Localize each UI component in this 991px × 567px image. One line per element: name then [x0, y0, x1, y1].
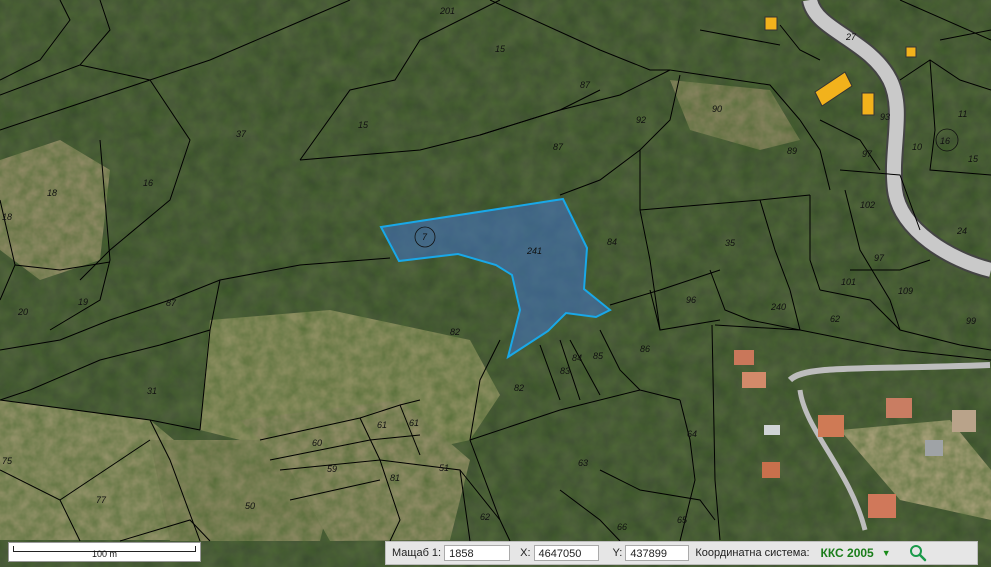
building — [905, 46, 917, 58]
parcel-label: 16 — [143, 178, 153, 188]
map-view[interactable]: 201 15 87 37 15 16 18 18 19 20 87 31 82 … — [0, 0, 991, 567]
parcel-label: 10 — [912, 142, 922, 152]
parcel-label: 50 — [245, 501, 255, 511]
parcel-label: 90 — [712, 104, 722, 114]
parcel-label: 51 — [439, 463, 449, 473]
parcel-label: 37 — [236, 129, 247, 139]
parcel-label: 96 — [686, 295, 696, 305]
triangle-down-icon[interactable]: ▼ — [874, 548, 891, 558]
parcel-label: 27 — [845, 32, 857, 42]
parcel-label: 18 — [2, 212, 12, 222]
x-coordinate-value[interactable]: 4647050 — [533, 545, 599, 561]
building — [861, 92, 875, 116]
building — [764, 425, 780, 435]
building — [925, 440, 943, 456]
coordinate-system-label: Координатна система: — [695, 547, 810, 559]
parcel-label: 61 — [409, 418, 419, 428]
parcel-label: 201 — [439, 6, 455, 16]
parcel-label: 87 — [553, 142, 564, 152]
building — [734, 350, 754, 365]
parcel-label: 59 — [327, 464, 337, 474]
parcel-label: 15 — [968, 154, 979, 164]
parcel-label: 15 — [495, 44, 506, 54]
x-coordinate-label: X: — [520, 547, 531, 559]
parcel-label: 66 — [617, 522, 627, 532]
parcel-label: 75 — [2, 456, 13, 466]
parcel-label: 64 — [687, 429, 697, 439]
parcel-label: 102 — [860, 200, 875, 210]
parcel-label: 97 — [862, 149, 873, 159]
parcel-label: 84 — [607, 237, 617, 247]
parcel-label: 82 — [514, 383, 524, 393]
parcel-label: 11 — [958, 109, 967, 119]
parcel-label: 93 — [880, 112, 890, 122]
parcel-label: 62 — [830, 314, 840, 324]
parcel-label: 241 — [526, 246, 542, 256]
y-coordinate-value[interactable]: 437899 — [625, 545, 690, 561]
parcel-label: 60 — [312, 438, 322, 448]
building — [764, 16, 778, 31]
scale-label: Мащаб 1: — [392, 547, 442, 559]
building — [818, 415, 844, 437]
parcel-label: 63 — [578, 458, 588, 468]
parcel-label: 77 — [96, 495, 107, 505]
scale-bar: 100 m — [8, 542, 201, 562]
magnifier-icon[interactable] — [909, 544, 927, 562]
parcel-label: 99 — [966, 316, 976, 326]
parcel-label: 87 — [580, 80, 591, 90]
parcel-label: 109 — [898, 286, 913, 296]
parcel-label: 35 — [725, 238, 736, 248]
scale-value[interactable]: 1858 — [444, 545, 511, 561]
parcel-label: 15 — [358, 120, 369, 130]
parcel-label: 18 — [47, 188, 57, 198]
coordinate-system-value[interactable]: ККС 2005 — [813, 546, 874, 560]
parcel-label: 89 — [787, 146, 797, 156]
parcel-label: 86 — [640, 344, 650, 354]
building — [886, 398, 912, 418]
parcel-label: 83 — [560, 366, 570, 376]
building — [762, 462, 780, 478]
parcel-label: 31 — [147, 386, 157, 396]
building — [952, 410, 976, 432]
parcel-label: 87 — [166, 298, 177, 308]
parcel-label: 65 — [677, 515, 688, 525]
parcel-label: 240 — [770, 302, 786, 312]
parcel-label: 81 — [390, 473, 400, 483]
building — [868, 494, 896, 518]
scale-bar-label: 100 m — [91, 549, 117, 559]
y-coordinate-label: Y: — [612, 547, 623, 559]
parcel-label: 84 — [572, 353, 582, 363]
parcel-label: 92 — [636, 115, 646, 125]
parcel-label: 24 — [956, 226, 967, 236]
parcel-label: 82 — [450, 327, 460, 337]
parcel-label: 62 — [480, 512, 490, 522]
parcel-label: 85 — [593, 351, 604, 361]
parcel-label: 20 — [17, 307, 28, 317]
parcel-label: 97 — [874, 253, 885, 263]
parcel-label: 101 — [841, 277, 856, 287]
parcel-label: 19 — [78, 297, 88, 307]
building — [742, 372, 766, 388]
parcel-label: 16 — [940, 136, 950, 146]
map-info-bar: Мащаб 1: 1858 X: 4647050 Y: 437899 Коорд… — [385, 541, 978, 565]
parcel-label: 61 — [377, 420, 387, 430]
